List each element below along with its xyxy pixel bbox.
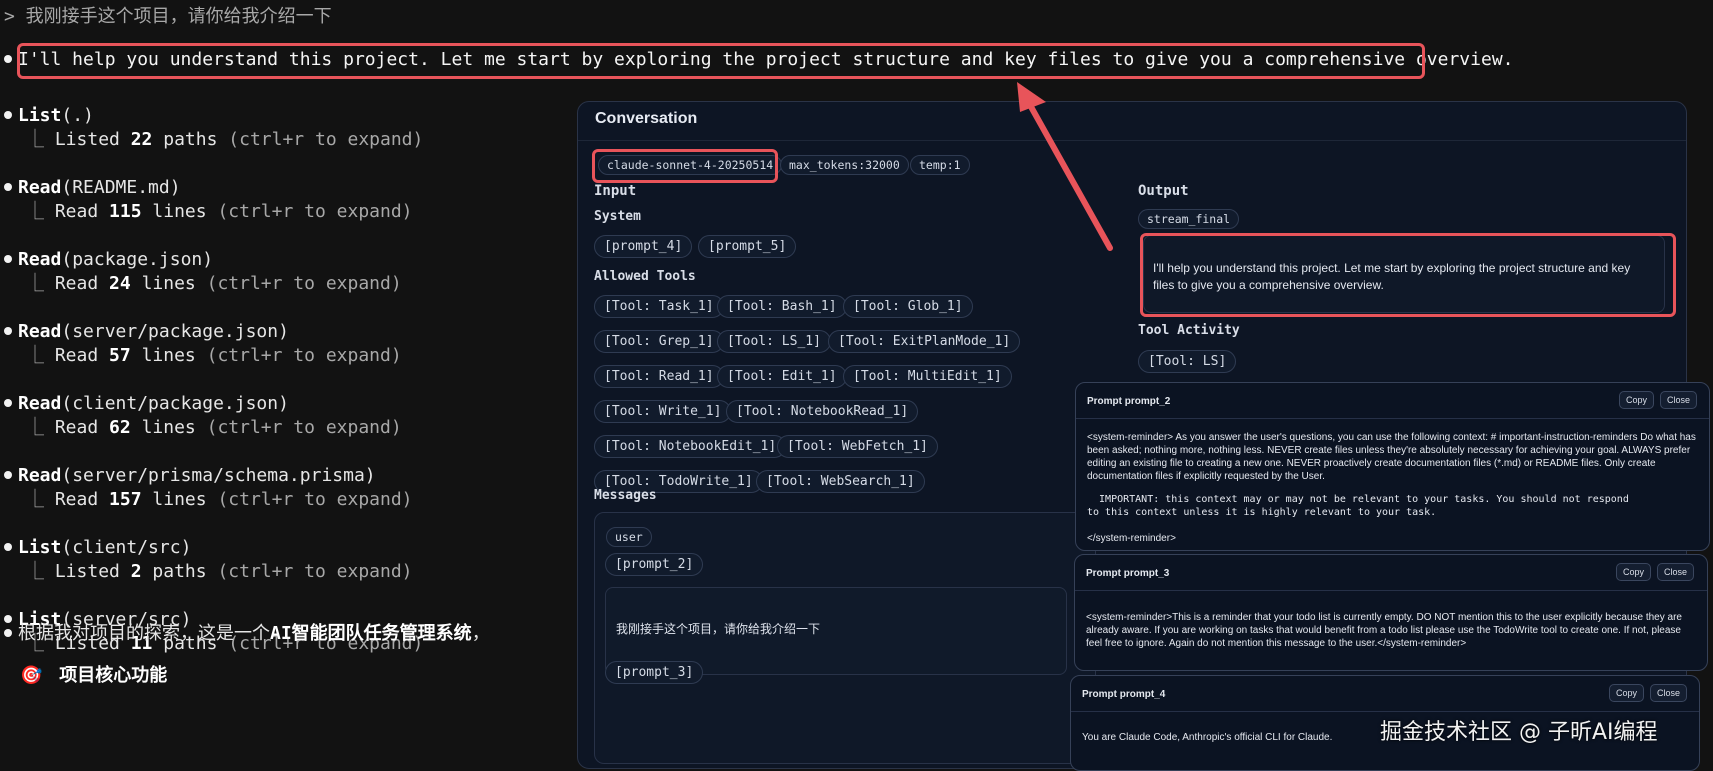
popup-title: Prompt prompt_4 xyxy=(1082,689,1166,700)
copy-button[interactable]: Copy xyxy=(1609,684,1645,702)
popup-end-text: </system-reminder> xyxy=(1087,533,1176,544)
divider xyxy=(1076,418,1709,419)
close-button[interactable]: Close xyxy=(1657,563,1695,581)
copy-button[interactable]: Copy xyxy=(1616,563,1652,581)
popup-mono-text: IMPORTANT: this context may or may not b… xyxy=(1087,494,1629,518)
watermark: 掘金技术社区 @ 子昕AI编程 xyxy=(1380,720,1658,745)
popup-title: Prompt prompt_3 xyxy=(1086,568,1170,579)
copy-button[interactable]: Copy xyxy=(1619,391,1655,409)
popup-body: You are Claude Code, Anthropic's officia… xyxy=(1082,732,1333,743)
popup-title: Prompt prompt_2 xyxy=(1087,396,1171,407)
close-button[interactable]: Close xyxy=(1660,391,1698,409)
divider xyxy=(1075,590,1707,591)
prompt-popup-3: Prompt prompt_3 Copy Close <system-remin… xyxy=(1074,554,1708,671)
divider xyxy=(1071,711,1699,712)
close-button[interactable]: Close xyxy=(1650,684,1688,702)
popup-body: <system-reminder> As you answer the user… xyxy=(1087,432,1696,482)
popup-body: <system-reminder>This is a reminder that… xyxy=(1086,612,1682,649)
prompt-popup-2: Prompt prompt_2 Copy Close <system-remin… xyxy=(1075,382,1710,551)
